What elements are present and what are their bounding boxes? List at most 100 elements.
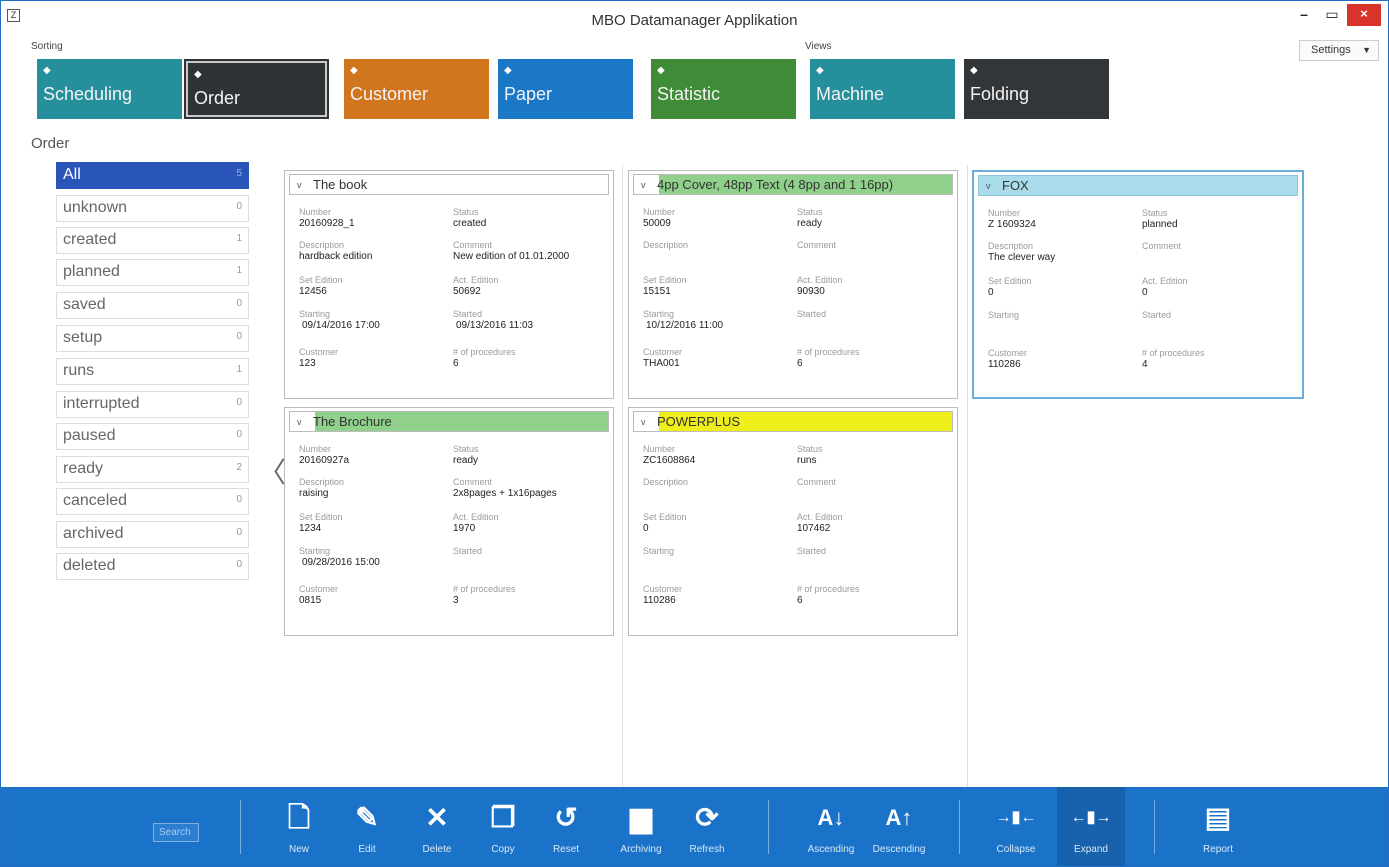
- order-card-powerplus[interactable]: v POWERPLUS Number ZC1608864 Status runs D…: [628, 407, 958, 636]
- collapse-sidebar-icon[interactable]: 〈: [258, 459, 286, 487]
- order-card-the-brochure[interactable]: v The Brochure Number 20160927a Status rea…: [284, 407, 614, 636]
- collapse-button[interactable]: →▮← Collapse: [984, 798, 1048, 866]
- field-set-edition: Set Edition 0: [988, 276, 1032, 298]
- tile-statistic[interactable]: ◆ Statistic: [651, 59, 796, 119]
- expand-button[interactable]: ←▮→ Expand: [1057, 787, 1125, 866]
- field-customer: Customer THA001: [643, 347, 683, 369]
- order-card-fox[interactable]: v FOX Number Z 1609324 Status planned Desc…: [972, 170, 1304, 399]
- field-comment: Comment: [797, 477, 837, 487]
- field-customer: Customer 110286: [643, 584, 683, 606]
- window-title: MBO Datamanager Applikation: [591, 12, 798, 29]
- filter-label: saved: [63, 296, 106, 313]
- archiving-button[interactable]: ▆ Archiving: [609, 798, 673, 866]
- toolbar-divider: [768, 800, 769, 854]
- new-button[interactable]: 🗋 New: [267, 798, 331, 866]
- edit-button[interactable]: ✎ Edit: [335, 798, 399, 866]
- settings-dropdown[interactable]: Settings ▼: [1299, 40, 1379, 61]
- field-act-edition: Act. Edition 0: [1142, 276, 1188, 298]
- card-header[interactable]: v The Brochure: [289, 411, 609, 432]
- tile-paper[interactable]: ◆ Paper: [498, 59, 633, 119]
- field-customer: Customer 110286: [988, 348, 1028, 370]
- field-procedures: # of procedures 3: [453, 584, 516, 606]
- field-customer: Customer 0815: [299, 584, 339, 606]
- filter-count: 0: [236, 559, 242, 570]
- card-title: 4pp Cover, 48pp Text (4 8pp and 1 16pp): [657, 177, 894, 192]
- field-set-edition: Set Edition 0: [643, 512, 687, 534]
- card-header[interactable]: v POWERPLUS: [633, 411, 953, 432]
- order-card-the-book[interactable]: v The book Number 20160928_1 Status create…: [284, 170, 614, 399]
- report-button[interactable]: ▤ Report: [1186, 798, 1250, 866]
- field-description: Description The clever way: [988, 241, 1056, 263]
- cube-icon: ◆: [657, 65, 665, 76]
- card-title: POWERPLUS: [657, 414, 741, 429]
- filter-count: 0: [236, 429, 242, 440]
- filter-created[interactable]: created 1: [56, 227, 249, 254]
- delete-button[interactable]: ✕ Delete: [405, 798, 469, 866]
- descending-button[interactable]: A↑ Descending: [867, 798, 931, 866]
- card-header[interactable]: v The book: [289, 174, 609, 195]
- chevron-down-icon[interactable]: v: [297, 412, 302, 432]
- filter-label: archived: [63, 525, 124, 542]
- filter-paused[interactable]: paused 0: [56, 423, 249, 450]
- field-starting: Starting 09/28/2016 15:00: [299, 546, 380, 568]
- search-input[interactable]: Search: [153, 823, 199, 842]
- close-button[interactable]: ×: [1347, 4, 1381, 26]
- tile-label: Machine: [816, 84, 885, 104]
- tile-order[interactable]: ◆ Order: [184, 59, 329, 119]
- filter-runs[interactable]: runs 1: [56, 358, 249, 385]
- field-comment: Comment New edition of 01.01.2000: [453, 240, 570, 262]
- filter-planned[interactable]: planned 1: [56, 259, 249, 286]
- filter-archived[interactable]: archived 0: [56, 521, 249, 548]
- field-started: Started 09/13/2016 11:03: [453, 309, 534, 331]
- settings-label: Settings: [1311, 44, 1351, 56]
- ascending-button[interactable]: A↓ Ascending: [799, 798, 863, 866]
- tile-machine[interactable]: ◆ Machine: [810, 59, 955, 119]
- copy-button[interactable]: ❐ Copy: [471, 798, 535, 866]
- filter-label: ready: [63, 460, 104, 477]
- field-number: Number Z 1609324: [988, 208, 1036, 230]
- cube-icon: ◆: [816, 65, 824, 76]
- filter-label: canceled: [63, 492, 128, 509]
- tile-label: Scheduling: [43, 84, 133, 104]
- filter-interrupted[interactable]: interrupted 0: [56, 391, 249, 418]
- cube-icon: ◆: [970, 65, 978, 76]
- chevron-down-icon[interactable]: v: [297, 175, 302, 195]
- minimize-button[interactable]: –: [1291, 4, 1317, 26]
- filter-ready[interactable]: ready 2: [56, 456, 249, 483]
- field-description: Description hardback edition: [299, 240, 373, 262]
- maximize-button[interactable]: ▭: [1319, 4, 1345, 26]
- cube-icon: ◆: [194, 69, 202, 80]
- card-header[interactable]: v 4pp Cover, 48pp Text (4 8pp and 1 16pp…: [633, 174, 953, 195]
- filter-count: 0: [236, 298, 242, 309]
- chevron-down-icon[interactable]: v: [641, 175, 646, 195]
- delete-icon: ✕: [425, 802, 449, 833]
- reset-button[interactable]: ↺ Reset: [534, 798, 598, 866]
- filter-label: created: [63, 231, 117, 248]
- field-started: Started: [1142, 310, 1172, 320]
- field-description: Description raising: [299, 477, 345, 499]
- field-description: Description: [643, 477, 689, 487]
- filter-canceled[interactable]: canceled 0: [56, 488, 249, 515]
- filter-label: unknown: [63, 199, 128, 216]
- filter-all[interactable]: All 5: [56, 162, 249, 189]
- tile-customer[interactable]: ◆ Customer: [344, 59, 489, 119]
- archive-icon: ▆: [630, 802, 652, 833]
- field-starting: Starting 09/14/2016 17:00: [299, 309, 380, 331]
- filter-saved[interactable]: saved 0: [56, 292, 249, 319]
- tile-folding[interactable]: ◆ Folding: [964, 59, 1109, 119]
- filter-label: setup: [63, 329, 103, 346]
- filter-deleted[interactable]: deleted 0: [56, 553, 249, 580]
- card-header[interactable]: v FOX: [978, 175, 1298, 196]
- filter-count: 1: [236, 233, 242, 244]
- filter-unknown[interactable]: unknown 0: [56, 195, 249, 222]
- field-procedures: # of procedures 6: [453, 347, 516, 369]
- chevron-down-icon[interactable]: v: [641, 412, 646, 432]
- refresh-button[interactable]: ⟳ Refresh: [675, 798, 739, 866]
- order-card-4pp-cover[interactable]: v 4pp Cover, 48pp Text (4 8pp and 1 16pp…: [628, 170, 958, 399]
- chevron-down-icon[interactable]: v: [986, 176, 991, 196]
- toolbar-divider: [240, 800, 241, 854]
- filter-setup[interactable]: setup 0: [56, 325, 249, 352]
- field-procedures: # of procedures 6: [797, 347, 860, 369]
- tile-scheduling[interactable]: ◆ Scheduling: [37, 59, 182, 119]
- filter-label: interrupted: [63, 395, 140, 412]
